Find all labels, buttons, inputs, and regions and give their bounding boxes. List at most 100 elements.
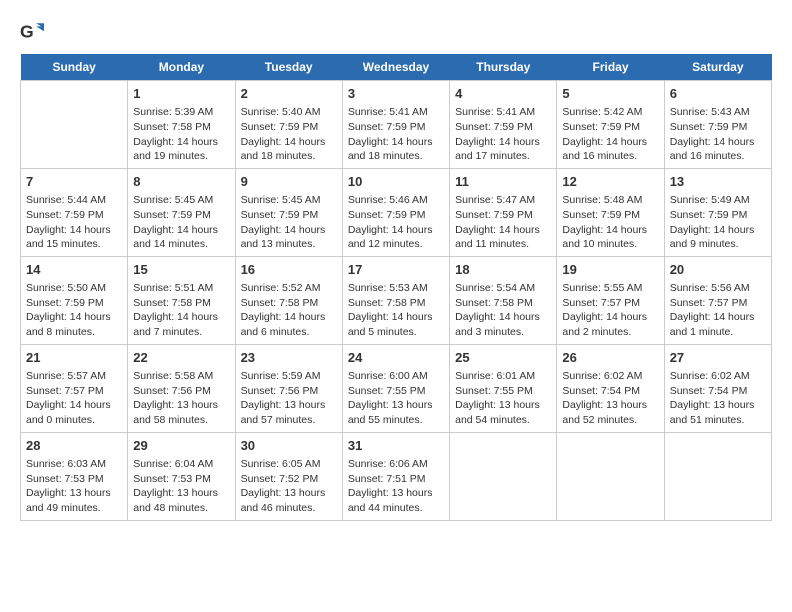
day-number: 28 (26, 437, 122, 455)
calendar-cell: 12 Sunrise: 5:48 AM Sunset: 7:59 PM Dayli… (557, 168, 664, 256)
calendar-cell: 21 Sunrise: 5:57 AM Sunset: 7:57 PM Dayli… (21, 344, 128, 432)
day-number: 29 (133, 437, 229, 455)
day-header-saturday: Saturday (664, 54, 771, 81)
day-header-friday: Friday (557, 54, 664, 81)
day-number: 12 (562, 173, 658, 191)
calendar-week-4: 21 Sunrise: 5:57 AM Sunset: 7:57 PM Dayli… (21, 344, 772, 432)
day-number: 7 (26, 173, 122, 191)
day-info: Sunrise: 5:52 AM Sunset: 7:58 PM Dayligh… (241, 281, 337, 340)
day-number: 6 (670, 85, 766, 103)
day-info: Sunrise: 5:53 AM Sunset: 7:58 PM Dayligh… (348, 281, 444, 340)
calendar-cell: 5 Sunrise: 5:42 AM Sunset: 7:59 PM Daylig… (557, 81, 664, 169)
day-header-wednesday: Wednesday (342, 54, 449, 81)
day-number: 4 (455, 85, 551, 103)
day-number: 3 (348, 85, 444, 103)
day-header-monday: Monday (128, 54, 235, 81)
logo: G (20, 20, 44, 44)
calendar-cell: 23 Sunrise: 5:59 AM Sunset: 7:56 PM Dayli… (235, 344, 342, 432)
day-number: 14 (26, 261, 122, 279)
day-info: Sunrise: 5:48 AM Sunset: 7:59 PM Dayligh… (562, 193, 658, 252)
day-number: 5 (562, 85, 658, 103)
day-info: Sunrise: 5:49 AM Sunset: 7:59 PM Dayligh… (670, 193, 766, 252)
day-info: Sunrise: 5:46 AM Sunset: 7:59 PM Dayligh… (348, 193, 444, 252)
day-info: Sunrise: 6:00 AM Sunset: 7:55 PM Dayligh… (348, 369, 444, 428)
calendar-cell: 25 Sunrise: 6:01 AM Sunset: 7:55 PM Dayli… (450, 344, 557, 432)
calendar-cell: 26Sunrise: 6:02 AM Sunset: 7:54 PM Dayli… (557, 344, 664, 432)
day-number: 31 (348, 437, 444, 455)
calendar-cell: 11 Sunrise: 5:47 AM Sunset: 7:59 PM Dayli… (450, 168, 557, 256)
calendar-cell: 27 Sunrise: 6:02 AM Sunset: 7:54 PM Dayli… (664, 344, 771, 432)
calendar-cell: 18Sunrise: 5:54 AM Sunset: 7:58 PM Dayli… (450, 256, 557, 344)
day-info: Sunrise: 5:45 AM Sunset: 7:59 PM Dayligh… (133, 193, 229, 252)
day-header-sunday: Sunday (21, 54, 128, 81)
calendar-cell: 28 Sunrise: 6:03 AM Sunset: 7:53 PM Dayli… (21, 432, 128, 520)
day-number: 17 (348, 261, 444, 279)
day-number: 25 (455, 349, 551, 367)
day-info: Sunrise: 5:39 AM Sunset: 7:58 PM Dayligh… (133, 105, 229, 164)
calendar-cell: 10 Sunrise: 5:46 AM Sunset: 7:59 PM Dayli… (342, 168, 449, 256)
day-number: 11 (455, 173, 551, 191)
calendar-cell: 19Sunrise: 5:55 AM Sunset: 7:57 PM Dayli… (557, 256, 664, 344)
calendar-cell: 17 Sunrise: 5:53 AM Sunset: 7:58 PM Dayli… (342, 256, 449, 344)
day-header-tuesday: Tuesday (235, 54, 342, 81)
day-header-thursday: Thursday (450, 54, 557, 81)
day-number: 20 (670, 261, 766, 279)
calendar-week-3: 14 Sunrise: 5:50 AM Sunset: 7:59 PM Dayli… (21, 256, 772, 344)
day-number: 16 (241, 261, 337, 279)
day-info: Sunrise: 6:01 AM Sunset: 7:55 PM Dayligh… (455, 369, 551, 428)
day-info: Sunrise: 6:06 AM Sunset: 7:51 PM Dayligh… (348, 457, 444, 516)
day-info: Sunrise: 5:57 AM Sunset: 7:57 PM Dayligh… (26, 369, 122, 428)
day-number: 22 (133, 349, 229, 367)
calendar-cell: 20 Sunrise: 5:56 AM Sunset: 7:57 PM Dayli… (664, 256, 771, 344)
day-info: Sunrise: 5:50 AM Sunset: 7:59 PM Dayligh… (26, 281, 122, 340)
day-number: 13 (670, 173, 766, 191)
day-info: Sunrise: 6:02 AM Sunset: 7:54 PM Dayligh… (670, 369, 766, 428)
calendar-cell (21, 81, 128, 169)
day-info: Sunrise: 5:54 AM Sunset: 7:58 PM Dayligh… (455, 281, 551, 340)
day-number: 21 (26, 349, 122, 367)
day-number: 2 (241, 85, 337, 103)
day-number: 10 (348, 173, 444, 191)
day-number: 8 (133, 173, 229, 191)
calendar-week-5: 28 Sunrise: 6:03 AM Sunset: 7:53 PM Dayli… (21, 432, 772, 520)
calendar-cell (557, 432, 664, 520)
day-info: Sunrise: 6:05 AM Sunset: 7:52 PM Dayligh… (241, 457, 337, 516)
day-number: 27 (670, 349, 766, 367)
calendar-cell (450, 432, 557, 520)
day-number: 24 (348, 349, 444, 367)
day-info: Sunrise: 5:47 AM Sunset: 7:59 PM Dayligh… (455, 193, 551, 252)
day-info: Sunrise: 6:03 AM Sunset: 7:53 PM Dayligh… (26, 457, 122, 516)
day-info: Sunrise: 5:45 AM Sunset: 7:59 PM Dayligh… (241, 193, 337, 252)
calendar-cell: 16 Sunrise: 5:52 AM Sunset: 7:58 PM Dayli… (235, 256, 342, 344)
header: G (20, 20, 772, 44)
calendar-cell: 1 Sunrise: 5:39 AM Sunset: 7:58 PM Daylig… (128, 81, 235, 169)
day-number: 30 (241, 437, 337, 455)
day-info: Sunrise: 5:41 AM Sunset: 7:59 PM Dayligh… (348, 105, 444, 164)
calendar-cell: 22Sunrise: 5:58 AM Sunset: 7:56 PM Dayli… (128, 344, 235, 432)
day-info: Sunrise: 5:59 AM Sunset: 7:56 PM Dayligh… (241, 369, 337, 428)
calendar-cell: 29 Sunrise: 6:04 AM Sunset: 7:53 PM Dayli… (128, 432, 235, 520)
calendar-cell: 8 Sunrise: 5:45 AM Sunset: 7:59 PM Daylig… (128, 168, 235, 256)
calendar-cell: 13 Sunrise: 5:49 AM Sunset: 7:59 PM Dayli… (664, 168, 771, 256)
calendar-week-2: 7 Sunrise: 5:44 AM Sunset: 7:59 PM Daylig… (21, 168, 772, 256)
calendar-cell: 6 Sunrise: 5:43 AM Sunset: 7:59 PM Daylig… (664, 81, 771, 169)
day-number: 1 (133, 85, 229, 103)
calendar-cell: 7 Sunrise: 5:44 AM Sunset: 7:59 PM Daylig… (21, 168, 128, 256)
day-info: Sunrise: 5:56 AM Sunset: 7:57 PM Dayligh… (670, 281, 766, 340)
calendar-cell: 14 Sunrise: 5:50 AM Sunset: 7:59 PM Dayli… (21, 256, 128, 344)
day-info: Sunrise: 5:44 AM Sunset: 7:59 PM Dayligh… (26, 193, 122, 252)
day-info: Sunrise: 6:02 AM Sunset: 7:54 PM Dayligh… (562, 369, 658, 428)
calendar-cell: 9 Sunrise: 5:45 AM Sunset: 7:59 PM Daylig… (235, 168, 342, 256)
day-number: 19 (562, 261, 658, 279)
day-info: Sunrise: 5:42 AM Sunset: 7:59 PM Dayligh… (562, 105, 658, 164)
day-number: 23 (241, 349, 337, 367)
calendar-cell: 30 Sunrise: 6:05 AM Sunset: 7:52 PM Dayli… (235, 432, 342, 520)
day-number: 9 (241, 173, 337, 191)
calendar-cell: 15Sunrise: 5:51 AM Sunset: 7:58 PM Dayli… (128, 256, 235, 344)
svg-text:G: G (20, 22, 34, 42)
logo-icon: G (20, 20, 44, 44)
day-info: Sunrise: 5:41 AM Sunset: 7:59 PM Dayligh… (455, 105, 551, 164)
day-info: Sunrise: 5:43 AM Sunset: 7:59 PM Dayligh… (670, 105, 766, 164)
calendar-cell: 31 Sunrise: 6:06 AM Sunset: 7:51 PM Dayli… (342, 432, 449, 520)
day-info: Sunrise: 6:04 AM Sunset: 7:53 PM Dayligh… (133, 457, 229, 516)
